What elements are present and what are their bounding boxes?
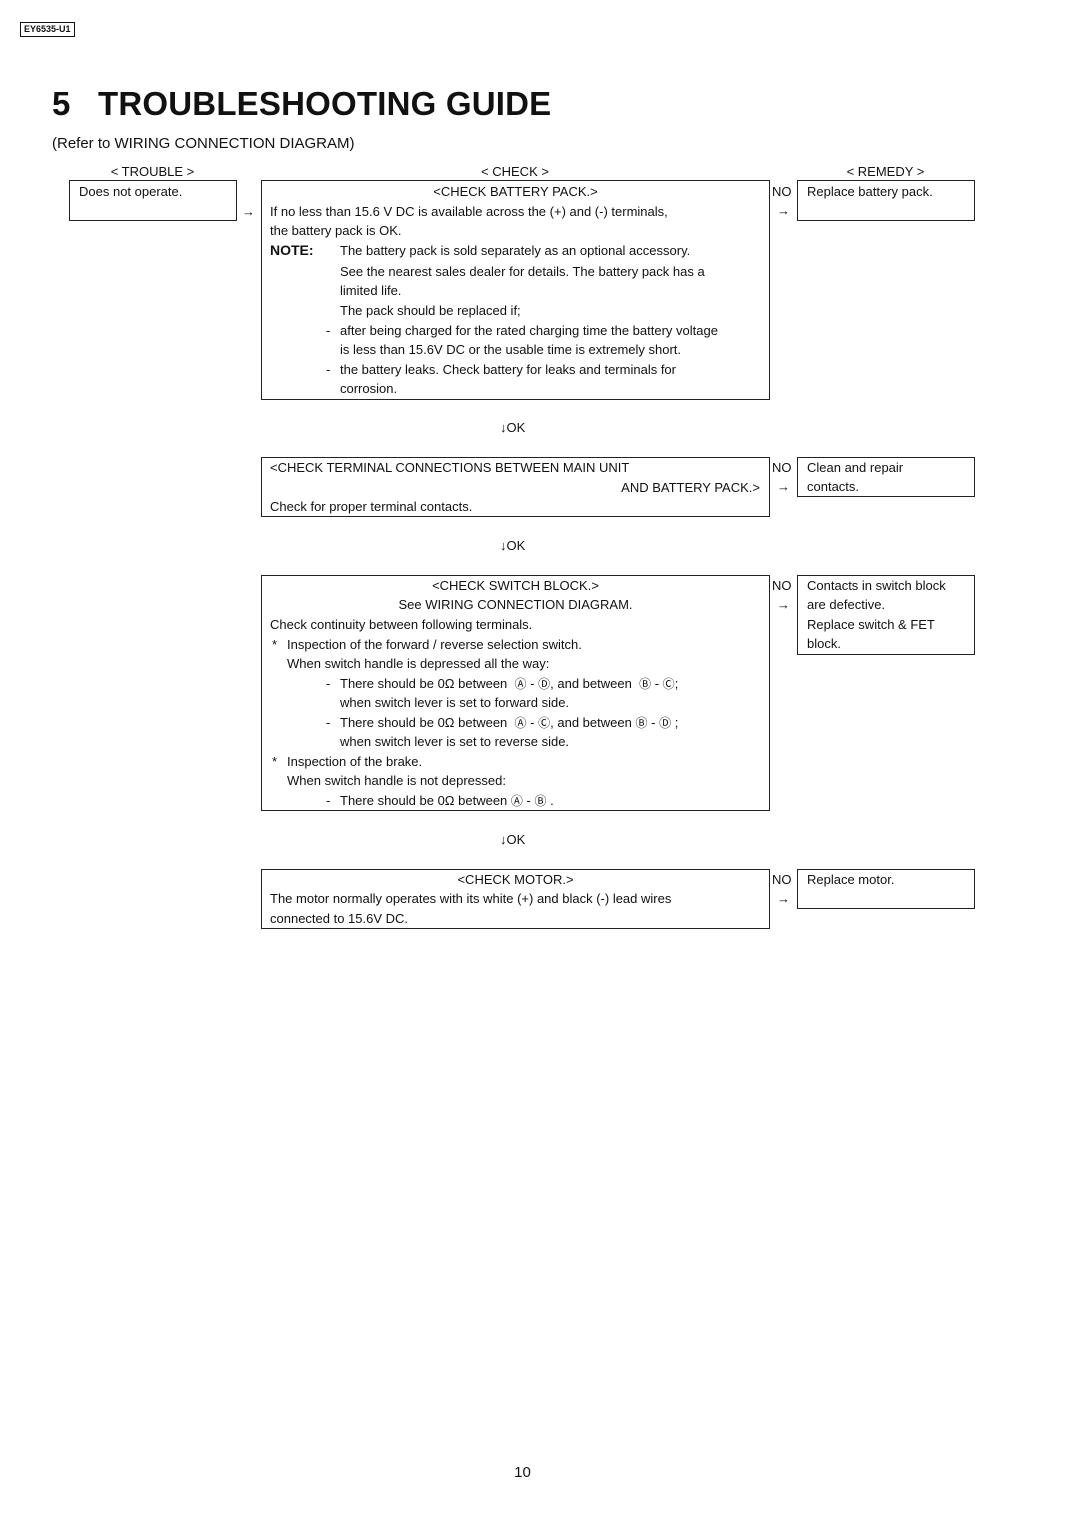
- note-line: The pack should be replaced if;: [340, 303, 521, 318]
- remedy-text: Replace motor.: [807, 872, 895, 887]
- terminal-b-icon: Ⓑ: [635, 716, 648, 730]
- terminal-a-icon: Ⓐ: [514, 677, 527, 691]
- right-arrow-icon: →: [777, 203, 790, 218]
- text: , and between: [550, 715, 632, 730]
- check-line: Check continuity between following termi…: [270, 617, 533, 632]
- check-line: connected to 15.6V DC.: [270, 911, 409, 926]
- check-switch-block-box: <CHECK SWITCH BLOCK.> See WIRING CONNECT…: [261, 575, 770, 811]
- check-motor-box: <CHECK MOTOR.> The motor normally operat…: [261, 869, 770, 929]
- terminal-c-icon: Ⓒ: [538, 716, 551, 730]
- remedy-text: Clean and repair: [807, 460, 904, 475]
- separator: -: [654, 676, 660, 691]
- inspection-condition: When switch handle is depressed all the …: [287, 656, 550, 671]
- no-label: NO: [772, 460, 792, 475]
- terminal-c-icon: Ⓒ: [662, 677, 675, 691]
- check-line: Check for proper terminal contacts.: [270, 499, 473, 514]
- remedy-text: Replace switch & FET: [807, 617, 935, 632]
- terminal-d-icon: Ⓓ: [659, 716, 672, 730]
- separator: -: [651, 715, 656, 730]
- check-subheading: See WIRING CONNECTION DIAGRAM.: [398, 597, 633, 612]
- ok-label: OK: [506, 832, 526, 847]
- text: There should be 0Ω between: [340, 793, 508, 808]
- brake-continuity-line: There should be 0Ω between Ⓐ - Ⓑ .: [340, 791, 769, 811]
- right-arrow-icon: →: [242, 204, 255, 219]
- remedy-box: Replace battery pack.: [797, 180, 975, 221]
- no-label: NO: [772, 184, 792, 199]
- check-heading-continued: AND BATTERY PACK.>: [621, 480, 760, 495]
- note-line: The battery pack is sold separately as a…: [340, 243, 691, 258]
- remedy-text: block.: [807, 636, 841, 651]
- trouble-text: Does not operate.: [79, 184, 183, 199]
- document-id-badge: EY6535-U1: [20, 22, 75, 37]
- remedy-text: Contacts in switch block: [807, 578, 946, 593]
- text: ;: [674, 676, 679, 691]
- ok-label: OK: [506, 420, 526, 435]
- bullet-line: after being charged for the rated chargi…: [340, 323, 718, 338]
- right-arrow-icon: →: [777, 479, 790, 494]
- note-line: limited life.: [340, 283, 402, 298]
- text: There should be 0Ω between: [340, 715, 508, 730]
- right-arrow-icon: →: [777, 891, 790, 906]
- remedy-text: are defective.: [807, 597, 886, 612]
- bullet-line: corrosion.: [340, 381, 398, 396]
- terminal-a-icon: Ⓐ: [510, 794, 523, 808]
- note-line: See the nearest sales dealer for details…: [340, 264, 705, 279]
- text: ;: [674, 715, 679, 730]
- remedy-box: Clean and repair contacts.: [797, 457, 975, 497]
- text: .: [550, 793, 554, 808]
- right-arrow-icon: →: [777, 597, 790, 612]
- separator: -: [526, 793, 531, 808]
- inspection-title: Inspection of the forward / reverse sele…: [287, 637, 582, 652]
- check-heading: <CHECK TERMINAL CONNECTIONS BETWEEN MAIN…: [270, 460, 630, 475]
- terminal-b-icon: Ⓑ: [534, 794, 547, 808]
- bullet-line: is less than 15.6V DC or the usable time…: [340, 342, 682, 357]
- check-terminal-connections-box: <CHECK TERMINAL CONNECTIONS BETWEEN MAIN…: [261, 457, 770, 517]
- text: , and between: [550, 676, 632, 691]
- section-title: TROUBLESHOOTING GUIDE: [98, 85, 552, 122]
- ok-connector: ↓OK: [500, 420, 525, 436]
- remedy-text: contacts.: [807, 479, 860, 494]
- inspection-title: Inspection of the brake.: [287, 754, 423, 769]
- check-line: the battery pack is OK.: [270, 223, 402, 238]
- check-heading: <CHECK MOTOR.>: [457, 872, 574, 887]
- subtitle: (Refer to WIRING CONNECTION DIAGRAM): [52, 135, 355, 152]
- column-header-remedy: < REMEDY >: [846, 164, 925, 179]
- ok-connector: ↓OK: [500, 538, 525, 554]
- no-label: NO: [772, 578, 792, 593]
- column-header-trouble: < TROUBLE >: [110, 164, 195, 179]
- check-heading: <CHECK BATTERY PACK.>: [433, 184, 598, 199]
- section-number: 5: [52, 85, 71, 122]
- separator: -: [530, 676, 535, 691]
- ok-label: OK: [506, 538, 526, 553]
- forward-continuity-line: There should be 0Ω between Ⓐ - Ⓓ, and be…: [340, 674, 769, 694]
- check-battery-pack-box: <CHECK BATTERY PACK.> If no less than 15…: [261, 180, 770, 400]
- column-header-check: < CHECK >: [481, 164, 549, 179]
- inspection-condition: When switch handle is not depressed:: [287, 773, 506, 788]
- page-number: 10: [514, 1464, 531, 1481]
- remedy-text: Replace battery pack.: [807, 184, 933, 199]
- terminal-d-icon: Ⓓ: [538, 677, 551, 691]
- no-label: NO: [772, 872, 792, 887]
- trouble-box: Does not operate.: [69, 180, 237, 221]
- terminal-a-icon: Ⓐ: [514, 716, 527, 730]
- terminal-b-icon: Ⓑ: [639, 677, 652, 691]
- separator: -: [530, 715, 535, 730]
- ok-connector: ↓OK: [500, 832, 525, 848]
- check-heading: <CHECK SWITCH BLOCK.>: [432, 578, 599, 593]
- page-title: 5 TROUBLESHOOTING GUIDE: [52, 84, 551, 124]
- reverse-continuity-line: There should be 0Ω between Ⓐ - Ⓒ, and be…: [340, 713, 769, 733]
- bullet-line: the battery leaks. Check battery for lea…: [340, 362, 676, 377]
- remedy-box: Contacts in switch block are defective. …: [797, 575, 975, 655]
- remedy-box: Replace motor.: [797, 869, 975, 909]
- text: There should be 0Ω between: [340, 676, 508, 691]
- check-line: The motor normally operates with its whi…: [270, 891, 672, 906]
- check-line: If no less than 15.6 V DC is available a…: [270, 204, 668, 219]
- bullet-line: when switch lever is set to forward side…: [340, 695, 570, 710]
- bullet-line: when switch lever is set to reverse side…: [340, 734, 570, 749]
